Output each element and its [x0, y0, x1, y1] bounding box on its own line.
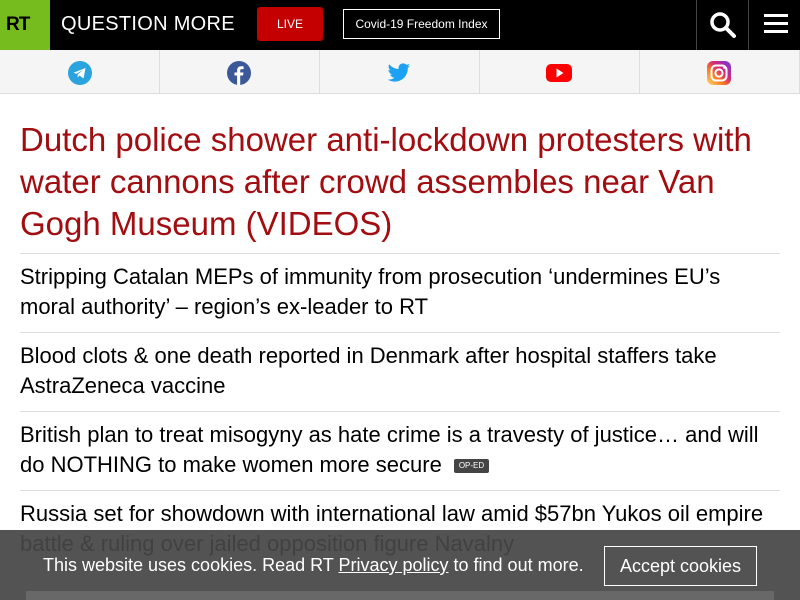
story-title: British plan to treat misogyny as hate c… — [20, 422, 759, 477]
story-item[interactable]: Stripping Catalan MEPs of immunity from … — [20, 262, 780, 322]
menu-icon-bar — [764, 22, 788, 25]
main-headline[interactable]: Dutch police shower anti-lockdown protes… — [20, 119, 780, 245]
cookie-banner: This website uses cookies. Read RT Priva… — [0, 530, 800, 600]
privacy-policy-link[interactable]: Privacy policy — [338, 555, 448, 575]
brand-tagline[interactable]: QUESTION MORE — [61, 13, 235, 36]
story-title: Blood clots & one death reported in Denm… — [20, 343, 717, 398]
cookie-text-after: to find out more. — [448, 555, 584, 575]
menu-icon-bar — [764, 30, 788, 33]
divider — [20, 332, 780, 333]
social-twitter[interactable] — [320, 50, 480, 94]
youtube-icon — [546, 64, 572, 82]
instagram-icon — [707, 61, 731, 85]
social-facebook[interactable] — [160, 50, 320, 94]
covid-index-button[interactable]: Covid-19 Freedom Index — [343, 9, 500, 39]
cookie-message: This website uses cookies. Read RT Priva… — [43, 555, 584, 576]
facebook-icon — [227, 61, 251, 85]
divider — [20, 490, 780, 491]
twitter-icon — [387, 63, 411, 82]
social-bar — [0, 50, 800, 94]
telegram-icon — [68, 61, 92, 85]
rt-logo[interactable]: RT — [0, 0, 50, 50]
story-item[interactable]: British plan to treat misogyny as hate c… — [20, 420, 780, 480]
story-title: Stripping Catalan MEPs of immunity from … — [20, 264, 721, 319]
site-header: RT QUESTION MORE LIVE Covid-19 Freedom I… — [0, 0, 800, 50]
social-telegram[interactable] — [0, 50, 160, 94]
menu-icon — [764, 14, 788, 17]
search-icon — [710, 12, 736, 38]
logo-text: RT — [6, 14, 30, 35]
accept-cookies-button[interactable]: Accept cookies — [604, 546, 757, 586]
story-item[interactable]: Blood clots & one death reported in Denm… — [20, 341, 780, 401]
cookie-banner-footer — [26, 591, 774, 600]
cookie-text-before: This website uses cookies. Read RT — [43, 555, 339, 575]
search-button[interactable] — [696, 0, 749, 50]
divider — [20, 411, 780, 412]
divider — [20, 253, 780, 254]
live-button[interactable]: LIVE — [257, 7, 323, 41]
op-ed-badge: OP-ED — [453, 459, 490, 473]
social-youtube[interactable] — [480, 50, 640, 94]
social-instagram[interactable] — [640, 50, 800, 94]
menu-button[interactable] — [750, 0, 800, 50]
